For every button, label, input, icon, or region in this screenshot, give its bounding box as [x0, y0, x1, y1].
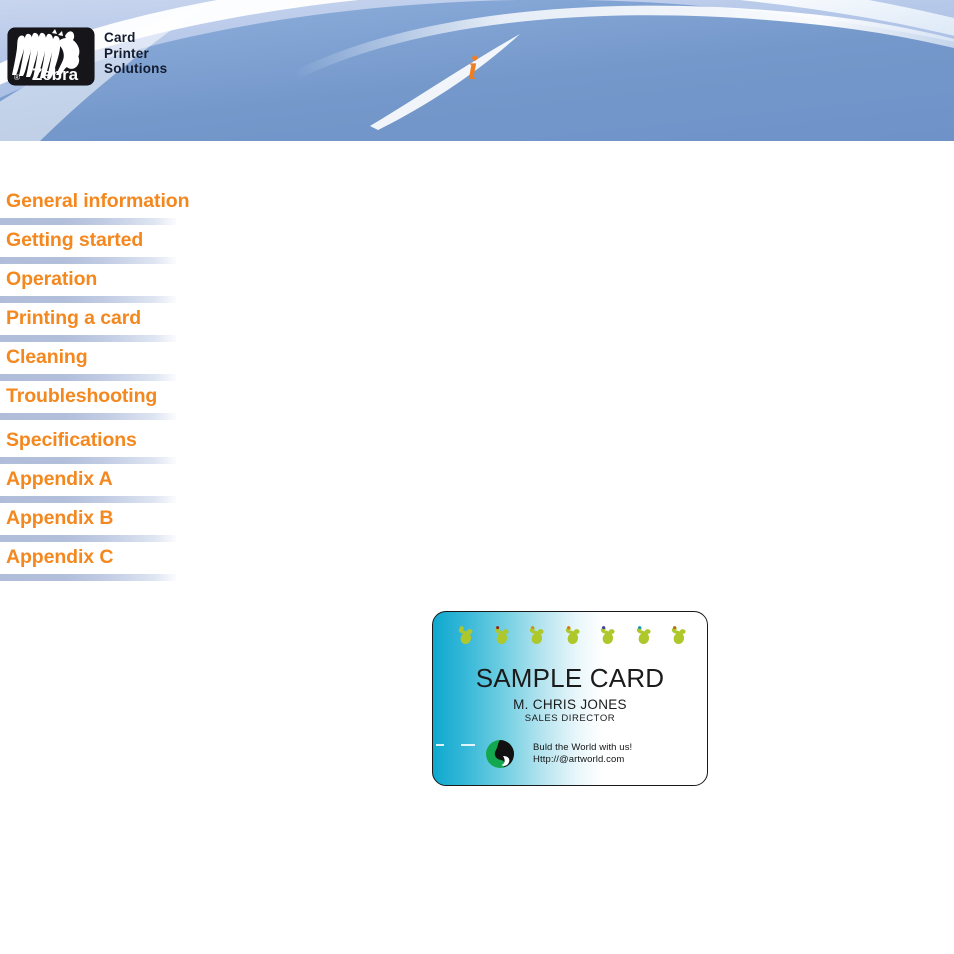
sidebar-item-getting-started[interactable]: Getting started [0, 229, 260, 264]
bird-icon [636, 626, 651, 645]
brand-text-lines: Card Printer Solutions [104, 28, 167, 77]
nav-divider [0, 296, 176, 303]
sidebar-item-general-information[interactable]: General information [0, 190, 260, 225]
card-footer: Buld the World with us! Http://@artworld… [485, 739, 632, 769]
brand-line-2: Printer [104, 45, 149, 61]
card-icon-row [455, 623, 693, 647]
sidebar-item-label: Operation [6, 268, 98, 290]
card-url: Http://@artworld.com [533, 754, 625, 765]
card-dash-mark [436, 744, 444, 746]
sidebar-item-appendix-b[interactable]: Appendix B [0, 507, 260, 542]
nav-divider [0, 535, 176, 542]
information-icon: i [468, 50, 478, 87]
bird-icon [600, 626, 615, 645]
sidebar-item-appendix-a[interactable]: Appendix A [0, 468, 260, 503]
sidebar-item-operation[interactable]: Operation [0, 268, 260, 303]
artworld-logo-icon [486, 740, 514, 768]
nav-divider [0, 574, 176, 581]
nav-divider [0, 457, 176, 464]
zebra-head-icon: Zebra ® [12, 29, 80, 84]
bird-icon [458, 626, 473, 645]
bird-icon [671, 626, 686, 645]
sidebar-item-cleaning[interactable]: Cleaning [0, 346, 260, 381]
sidebar-item-label: Appendix A [6, 468, 113, 490]
card-holder-role: SALES DIRECTOR [524, 713, 616, 724]
card-tagline: Buld the World with us! [533, 741, 633, 753]
sidebar-item-label: Cleaning [6, 346, 88, 368]
card-holder-name: M. CHRIS JONES [513, 697, 627, 712]
brand-block: Zebra ® Card Printer Solutions [8, 28, 167, 85]
sidebar-nav: General information Getting started Oper… [0, 190, 260, 581]
nav-divider [0, 413, 176, 420]
card-title: SAMPLE CARD [475, 663, 665, 693]
sidebar-item-label: General information [6, 190, 190, 212]
sidebar-item-specifications[interactable]: Specifications [0, 429, 260, 464]
nav-divider [0, 257, 176, 264]
card-footer-text: Buld the World with us! Http://@artworld… [533, 742, 632, 767]
registered-mark: ® [14, 73, 20, 82]
sidebar-item-label: Specifications [6, 429, 137, 451]
sample-card-image: SAMPLE CARD M. CHRIS JONES SALES DIRECTO… [432, 611, 708, 786]
bird-icon [565, 626, 580, 645]
nav-divider [0, 496, 176, 503]
zebra-logo: Zebra ® [8, 28, 94, 85]
sidebar-item-label: Troubleshooting [6, 385, 158, 407]
card-dash-mark [461, 744, 475, 746]
nav-divider [0, 218, 176, 225]
nav-divider [0, 335, 176, 342]
sidebar-item-label: Printing a card [6, 307, 142, 329]
nav-divider [0, 374, 176, 381]
brand-line-3: Solutions [104, 61, 168, 76]
header-banner: Zebra ® Card Printer Solutions i [0, 0, 954, 141]
sidebar-item-printing-a-card[interactable]: Printing a card [0, 307, 260, 342]
brand-line-1: Card [104, 30, 136, 45]
bird-icon [529, 626, 544, 645]
sidebar-item-appendix-c[interactable]: Appendix C [0, 546, 260, 581]
bird-icon [494, 626, 509, 645]
sidebar-item-label: Appendix C [6, 546, 114, 568]
sidebar-item-troubleshooting[interactable]: Troubleshooting [0, 385, 260, 420]
zebra-wordmark: Zebra [32, 65, 79, 84]
sidebar-item-label: Appendix B [6, 507, 114, 529]
sidebar-item-label: Getting started [6, 229, 144, 251]
